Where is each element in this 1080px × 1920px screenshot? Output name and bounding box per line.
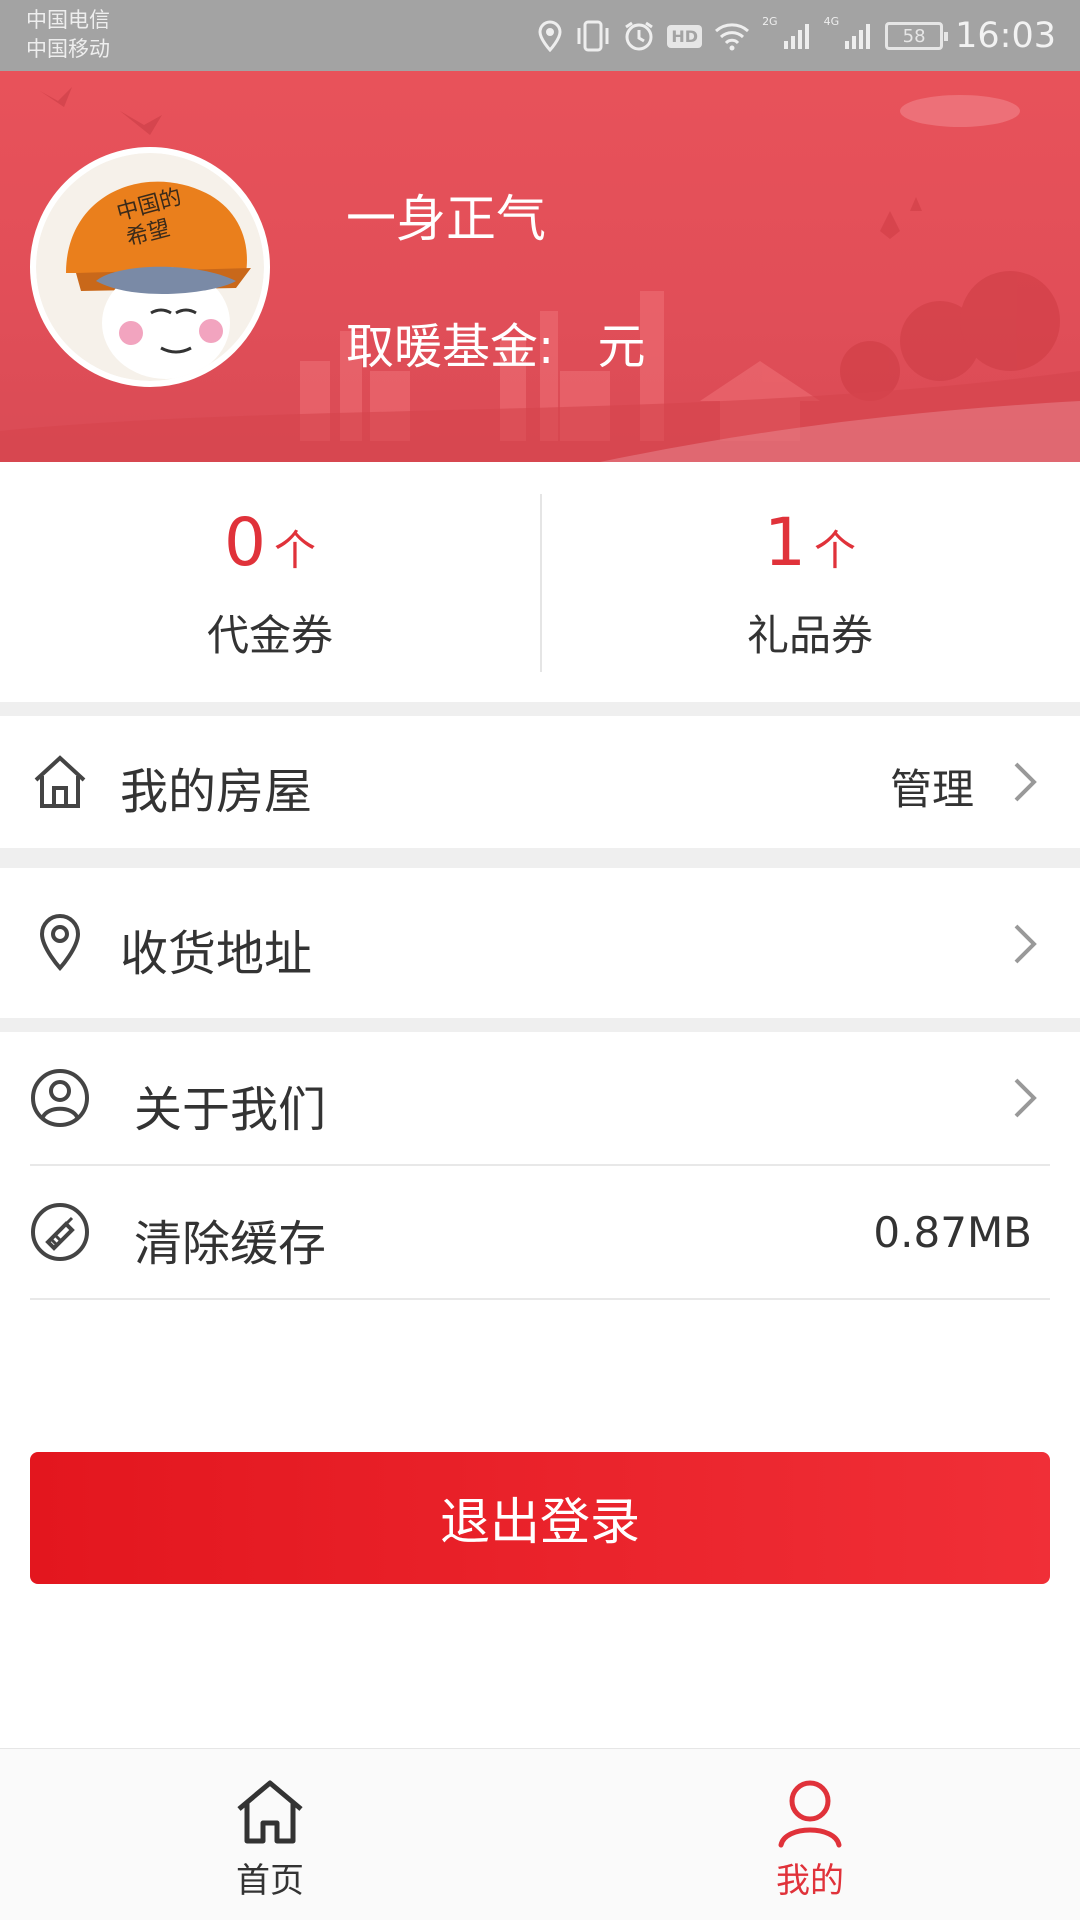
profile-banner: 中国的 希望 一身正气 取暖基金: 元 xyxy=(0,71,1080,462)
tab-home[interactable]: 首页 xyxy=(0,1749,540,1920)
tab-mine[interactable]: 我的 xyxy=(540,1749,1080,1920)
section-gap xyxy=(0,702,1080,716)
chevron-right-icon xyxy=(1014,924,1037,964)
coupon-summary: 0个 代金券 1个 礼品券 xyxy=(0,462,1080,702)
battery-level: 58 xyxy=(902,25,926,47)
fund-unit: 元 xyxy=(597,319,646,375)
voucher-unit: 个 xyxy=(273,526,316,575)
address-label: 收货地址 xyxy=(120,926,313,982)
logout-button[interactable]: 退出登录 xyxy=(30,1452,1050,1584)
broom-icon xyxy=(31,1203,89,1261)
hd-badge: HD xyxy=(667,24,703,48)
menu-item-about[interactable]: 关于我们 xyxy=(0,1032,1080,1164)
menu-item-address[interactable]: 收货地址 xyxy=(0,868,1080,1018)
bottom-tab-bar: 首页 我的 xyxy=(0,1748,1080,1920)
network-2g: 2G xyxy=(762,15,778,28)
location-icon xyxy=(538,20,562,52)
carrier-1: 中国电信 xyxy=(26,8,110,32)
tab-home-label: 首页 xyxy=(236,1861,304,1901)
username: 一身正气 xyxy=(346,190,546,248)
house-label: 我的房屋 xyxy=(120,764,313,820)
carrier-info: 中国电信 中国移动 xyxy=(26,6,110,64)
about-label: 关于我们 xyxy=(134,1082,327,1138)
alarm-icon xyxy=(625,21,654,51)
person-icon xyxy=(778,1780,842,1848)
row-divider xyxy=(30,1298,1050,1300)
location-pin-icon xyxy=(39,913,81,971)
chevron-right-icon xyxy=(1014,762,1037,802)
manage-link[interactable]: 管理 xyxy=(890,756,974,817)
gift-unit: 个 xyxy=(813,526,856,575)
home-icon xyxy=(237,1780,303,1844)
chevron-right-icon xyxy=(1014,1078,1037,1118)
clear-cache-label: 清除缓存 xyxy=(134,1216,327,1272)
voucher-count: 0 xyxy=(223,504,266,581)
gift-coupon[interactable]: 1个 礼品券 xyxy=(540,462,1080,702)
signal-icon-1 xyxy=(783,24,809,49)
status-icons: HD 2G 4G 58 16:03 xyxy=(537,12,1056,60)
voucher-count-wrap: 0个 xyxy=(0,504,540,581)
avatar[interactable]: 中国的 希望 xyxy=(30,147,270,387)
menu-item-clear-cache[interactable]: 清除缓存 0.87MB xyxy=(0,1166,1080,1298)
status-bar: 中国电信 中国移动 HD 2G 4G 58 16:03 xyxy=(0,0,1080,71)
clock: 16:03 xyxy=(955,16,1056,56)
tab-mine-label: 我的 xyxy=(776,1861,844,1901)
network-4g: 4G xyxy=(823,15,840,28)
wifi-icon xyxy=(715,23,750,51)
gift-count: 1 xyxy=(763,504,806,581)
carrier-2: 中国移动 xyxy=(26,37,110,61)
gift-count-wrap: 1个 xyxy=(540,504,1080,581)
user-circle-icon xyxy=(31,1069,89,1127)
vibrate-icon xyxy=(577,20,609,52)
voucher-coupon[interactable]: 0个 代金券 xyxy=(0,462,540,702)
gift-label: 礼品券 xyxy=(746,611,873,660)
battery-icon: 58 xyxy=(885,22,949,50)
section-gap xyxy=(0,848,1080,868)
menu-item-house[interactable]: 我的房屋 管理 xyxy=(0,716,1080,848)
section-gap xyxy=(0,1018,1080,1032)
voucher-label: 代金券 xyxy=(206,611,333,660)
cache-size: 0.87MB xyxy=(873,1208,1032,1257)
fund-line: 取暖基金: 元 xyxy=(346,307,645,377)
signal-icon-2 xyxy=(845,24,871,49)
house-icon xyxy=(34,755,86,808)
fund-label: 取暖基金: xyxy=(346,319,555,375)
avatar-image: 中国的 希望 xyxy=(36,153,264,381)
